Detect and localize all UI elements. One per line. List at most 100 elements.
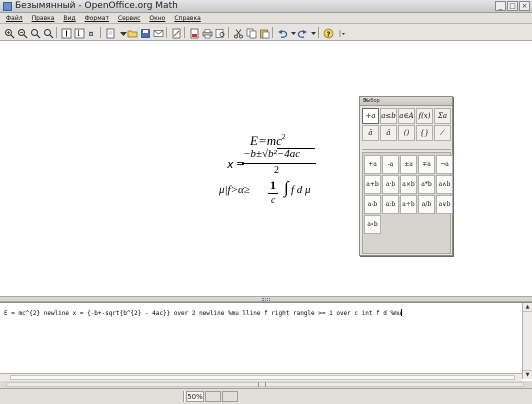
formula-integral-numerator: 1: [270, 178, 276, 192]
category-others[interactable]: â: [380, 125, 397, 141]
email-icon[interactable]: [152, 27, 164, 38]
show-all-icon[interactable]: [42, 27, 54, 39]
copy-icon[interactable]: [245, 27, 257, 39]
menu-view[interactable]: Вид: [63, 13, 75, 23]
op-minus-a[interactable]: -a: [382, 155, 399, 174]
op-a-star-b[interactable]: a*b: [418, 175, 435, 194]
integral-sign: ∫: [284, 178, 289, 197]
op-a-plus-b[interactable]: a+b: [364, 175, 381, 194]
op-a-and-b[interactable]: a∧b: [436, 175, 453, 194]
zoom-level[interactable]: 50%: [186, 391, 204, 402]
operator-area: +a -a ±a ∓a ¬a a+b a·b a×b a*b a∧b a-b a…: [362, 152, 453, 254]
formula-integral-rest: f d μ: [291, 184, 311, 196]
new-document-icon[interactable]: [104, 27, 115, 39]
horizontal-scroll-thumb[interactable]: [10, 375, 515, 380]
op-not-a[interactable]: ¬a: [436, 155, 453, 174]
toolbar-separator: [184, 27, 185, 38]
category-unary-binary[interactable]: +a: [362, 108, 379, 124]
op-a-div-b[interactable]: a÷b: [400, 195, 417, 214]
command-horizontal-scrollbar[interactable]: [0, 373, 522, 381]
menu-bar: Файл Правка Вид Формат Сервис Окно Справ…: [0, 13, 532, 24]
text-caret: [401, 309, 403, 316]
save-icon[interactable]: [139, 27, 150, 38]
op-a-or-b[interactable]: a∨b: [436, 195, 453, 214]
toolbar-separator: [228, 27, 229, 38]
menu-help[interactable]: Справка: [174, 13, 200, 23]
redo-dropdown-icon[interactable]: [307, 27, 318, 38]
formula-quadratic-numerator: −b±√b²−4ac: [243, 148, 301, 160]
zoom-in-icon[interactable]: [3, 27, 15, 39]
redo-icon[interactable]: [296, 27, 307, 38]
svg-text:?: ?: [327, 30, 331, 38]
category-set-operations[interactable]: a∈A: [398, 108, 415, 124]
op-minusplus-a[interactable]: ∓a: [418, 155, 435, 174]
category-brackets[interactable]: (): [398, 125, 415, 141]
op-plus-a[interactable]: +a: [364, 155, 381, 174]
category-attributes[interactable]: ā: [362, 125, 379, 141]
maximize-button[interactable]: □: [507, 1, 518, 11]
toolbar-separator: [100, 27, 101, 38]
status-separator: [183, 391, 185, 402]
command-editor[interactable]: E = mc^{2} newline x = {-b+-sqrt{b^{2} -…: [4, 309, 510, 318]
category-formats[interactable]: {}: [416, 125, 433, 141]
svg-text:I: I: [77, 30, 80, 38]
command-text[interactable]: E = mc^{2} newline x = {-b+-sqrt{b^{2} -…: [4, 310, 401, 317]
scroll-up-icon[interactable]: ▲: [523, 303, 532, 312]
menu-edit[interactable]: Правка: [32, 13, 55, 23]
op-a-slash-b[interactable]: a/b: [418, 195, 435, 214]
menu-file[interactable]: Файл: [6, 13, 23, 23]
category-format-edit[interactable]: ⁄: [434, 125, 451, 141]
zoom-100-icon[interactable]: [29, 27, 41, 39]
paste-icon[interactable]: [258, 27, 270, 39]
scroll-down-icon[interactable]: ▼: [523, 370, 532, 379]
text-cursor-icon[interactable]: I: [73, 27, 85, 39]
menu-format[interactable]: Формат: [85, 13, 109, 23]
status-bar: 50%: [0, 388, 532, 404]
formula-integral-denominator: c: [271, 195, 276, 206]
fraction-bar: [242, 163, 316, 164]
menu-window[interactable]: Окно: [149, 13, 165, 23]
menu-tools[interactable]: Сервис: [118, 13, 140, 23]
selections-divider: [362, 149, 451, 150]
formula-einstein: E=mc2: [250, 133, 286, 148]
op-a-minus-b[interactable]: a-b: [364, 195, 381, 214]
title-bar: Безымянный - OpenOffice.org Math _ □ ×: [0, 0, 532, 13]
window-controls: _ □ ×: [495, 1, 530, 11]
toolbar-separator: [318, 27, 319, 38]
splitter-grip[interactable]: [262, 298, 270, 301]
minimize-button[interactable]: _: [495, 1, 506, 11]
op-a-times-b[interactable]: a×b: [400, 175, 417, 194]
help-icon[interactable]: ?: [322, 27, 334, 39]
selections-close-icon[interactable]: ×: [363, 98, 369, 104]
toolbar-options-icon[interactable]: [335, 27, 346, 38]
cut-icon[interactable]: [232, 27, 243, 39]
cursor-icon[interactable]: [60, 27, 72, 39]
op-a-cdot-b[interactable]: a·b: [382, 175, 399, 194]
bottom-scroll-grip[interactable]: [258, 382, 266, 387]
close-button[interactable]: ×: [519, 1, 530, 11]
sqrt-overline: [277, 148, 315, 149]
open-folder-icon[interactable]: [126, 27, 138, 38]
toolbar-separator: [56, 27, 57, 38]
op-a-colon-b[interactable]: a:b: [382, 195, 399, 214]
app-icon: [3, 2, 12, 11]
fraction-bar: [268, 193, 278, 194]
category-functions[interactable]: f(x): [416, 108, 433, 124]
category-relations[interactable]: a≤b: [380, 108, 397, 124]
print-icon[interactable]: [201, 27, 213, 39]
category-operators[interactable]: Σa: [434, 108, 451, 124]
command-vertical-scrollbar[interactable]: ▲ ▼: [522, 303, 532, 379]
operator-grid: +a -a ±a ∓a ¬a a+b a·b a×b a*b a∧b a-b a…: [364, 155, 453, 234]
op-plusminus-a[interactable]: ±a: [400, 155, 417, 174]
category-grid: +a a≤b a∈A f(x) Σa ā â () {} ⁄: [362, 108, 451, 141]
bottom-scrollbar[interactable]: [0, 381, 532, 388]
selections-title-bar[interactable]: Выбор ×: [360, 97, 452, 106]
print-preview-icon[interactable]: [214, 27, 225, 38]
export-pdf-icon[interactable]: [188, 27, 199, 39]
undo-icon[interactable]: [276, 27, 288, 38]
symbols-icon[interactable]: ¤: [86, 27, 97, 39]
zoom-out-icon[interactable]: [16, 27, 28, 39]
edit-file-icon[interactable]: [170, 27, 181, 39]
toolbar-separator: [166, 27, 167, 38]
op-a-circ-b[interactable]: a∘b: [364, 215, 381, 234]
